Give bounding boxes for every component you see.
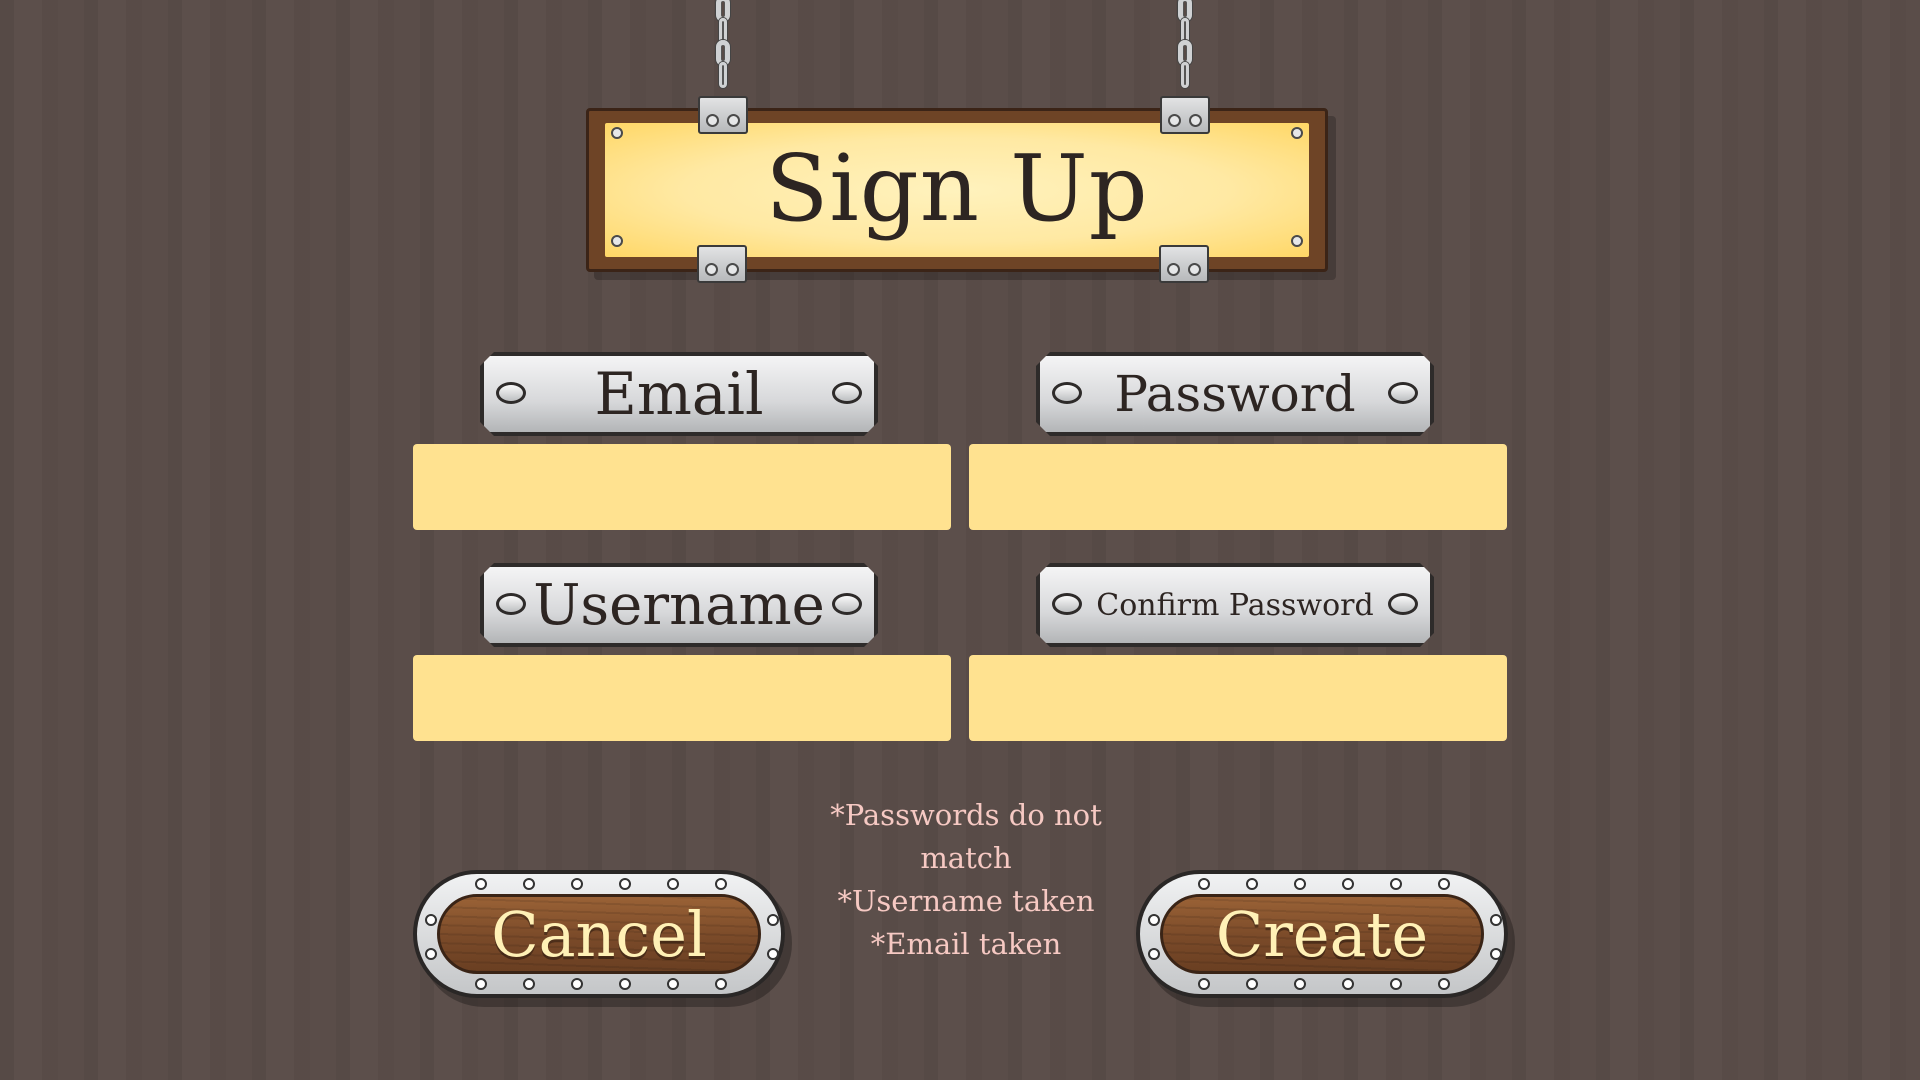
error-username-taken: *Username taken <box>837 884 1095 918</box>
password-label-plate: Password <box>1036 352 1434 436</box>
stud-icon <box>571 878 583 890</box>
email-label-plate: Email <box>480 352 878 436</box>
stud-icon <box>619 878 631 890</box>
stud-icon <box>1390 978 1402 990</box>
stud-icon <box>715 878 727 890</box>
stud-icon <box>1390 878 1402 890</box>
stud-icon <box>1438 878 1450 890</box>
cancel-button[interactable]: Cancel <box>413 870 785 998</box>
stud-icon <box>1246 978 1258 990</box>
stud-icon <box>1148 948 1160 960</box>
stud-icon <box>571 978 583 990</box>
email-field[interactable] <box>413 444 951 530</box>
right-chain-icon <box>1172 0 1198 88</box>
sign-bracket <box>697 245 747 283</box>
stud-icon <box>1294 878 1306 890</box>
sign-bracket <box>1159 245 1209 283</box>
email-label: Email <box>594 360 764 428</box>
stud-icon <box>715 978 727 990</box>
username-label: Username <box>533 572 825 638</box>
error-email-taken: *Email taken <box>870 927 1062 961</box>
stud-icon <box>1198 978 1210 990</box>
sign-bracket <box>698 96 748 134</box>
stud-icon <box>523 978 535 990</box>
page-title: Sign Up <box>765 135 1149 242</box>
stud-icon <box>425 914 437 926</box>
stud-icon <box>1490 914 1502 926</box>
stud-icon <box>1148 914 1160 926</box>
stud-icon <box>1246 878 1258 890</box>
stud-icon <box>475 878 487 890</box>
stud-icon <box>1198 878 1210 890</box>
left-chain-icon <box>710 0 736 88</box>
confirm-password-label: Confirm Password <box>1096 587 1374 623</box>
error-passwords-mismatch: *Passwords do not match <box>830 798 1102 875</box>
stud-icon <box>1342 878 1354 890</box>
create-button-label[interactable]: Create <box>1216 898 1428 971</box>
password-field[interactable] <box>969 444 1507 530</box>
sign-bracket <box>1160 96 1210 134</box>
confirm-password-label-plate: Confirm Password <box>1036 563 1434 647</box>
password-label: Password <box>1114 365 1356 423</box>
username-field[interactable] <box>413 655 951 741</box>
cancel-button-label[interactable]: Cancel <box>491 898 707 971</box>
stud-icon <box>475 978 487 990</box>
stud-icon <box>619 978 631 990</box>
stud-icon <box>667 978 679 990</box>
stud-icon <box>1342 978 1354 990</box>
username-label-plate: Username <box>480 563 878 647</box>
stud-icon <box>767 948 779 960</box>
create-button[interactable]: Create <box>1136 870 1508 998</box>
stud-icon <box>767 914 779 926</box>
stud-icon <box>1294 978 1306 990</box>
stud-icon <box>1438 978 1450 990</box>
stud-icon <box>425 948 437 960</box>
stud-icon <box>1490 948 1502 960</box>
error-messages: *Passwords do not match *Username taken … <box>816 794 1116 966</box>
stud-icon <box>523 878 535 890</box>
stud-icon <box>667 878 679 890</box>
confirm-password-field[interactable] <box>969 655 1507 741</box>
